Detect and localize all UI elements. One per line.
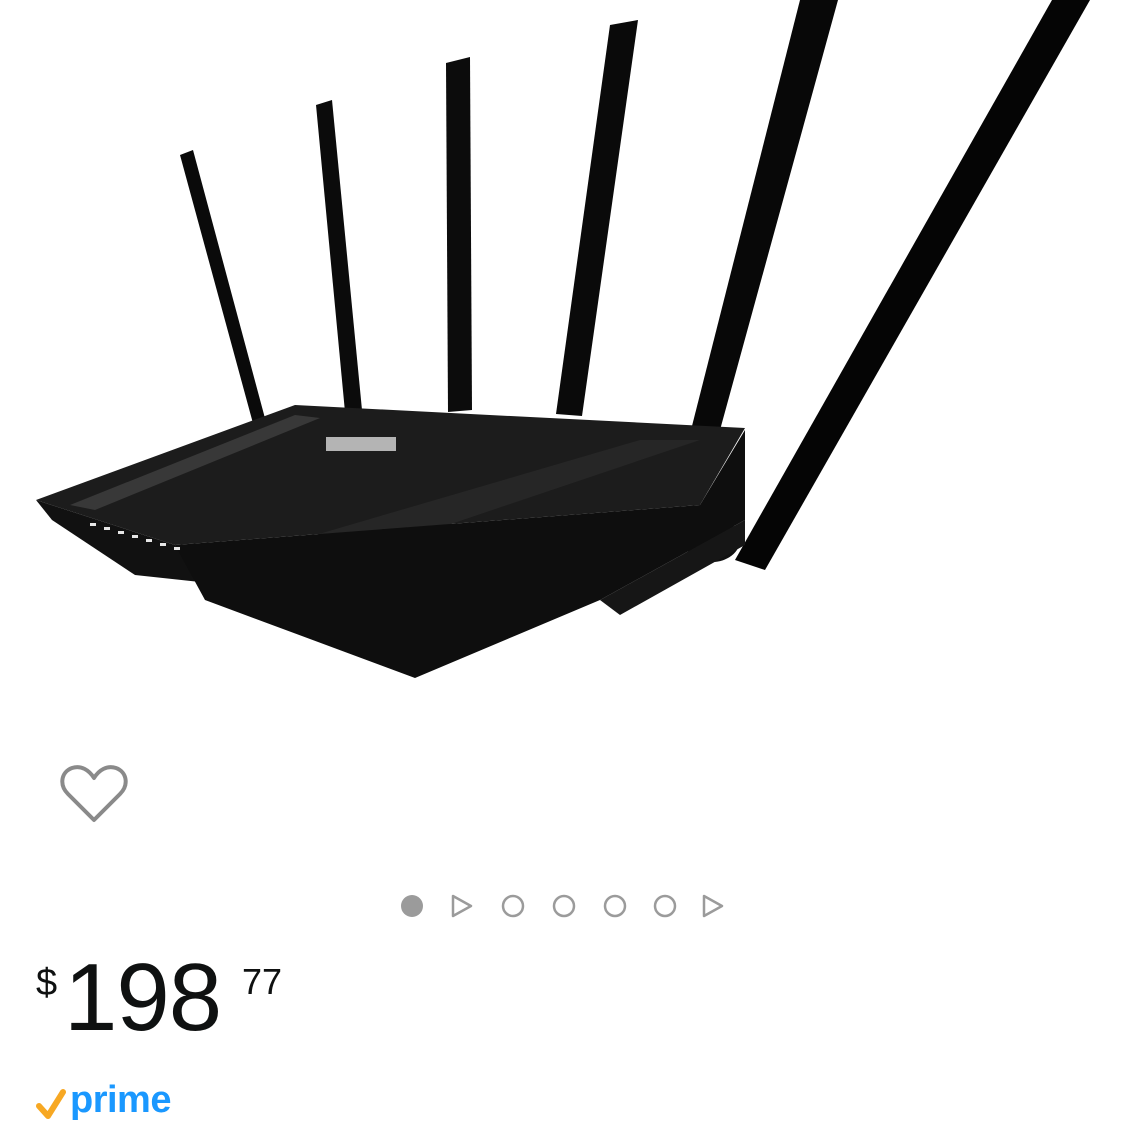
brand-logo — [326, 437, 396, 451]
price-whole: 198 — [64, 944, 222, 1051]
antenna-4 — [556, 20, 638, 416]
price-currency-symbol: $ — [36, 962, 58, 1004]
prime-check-icon — [36, 1089, 66, 1119]
carousel-dot-1-active[interactable] — [401, 895, 423, 917]
price-fraction: 77 — [242, 961, 283, 1002]
carousel-dot-5[interactable] — [603, 894, 627, 918]
carousel-video-1-icon[interactable] — [451, 894, 473, 918]
antenna-1 — [180, 150, 266, 427]
carousel-dot-3[interactable] — [501, 894, 525, 918]
antenna-2 — [316, 100, 362, 412]
antenna-5 — [692, 0, 838, 430]
prime-label: prime — [70, 1079, 171, 1121]
router-body — [36, 405, 745, 678]
carousel-video-2-icon[interactable] — [702, 894, 724, 918]
prime-badge: prime — [36, 1078, 186, 1128]
antenna-3 — [446, 57, 472, 412]
carousel-dot-4[interactable] — [552, 894, 576, 918]
wishlist-button[interactable] — [58, 760, 130, 828]
image-carousel-indicators[interactable] — [395, 888, 745, 924]
product-image[interactable] — [0, 0, 1140, 740]
heart-outline-icon — [60, 765, 128, 822]
carousel-dot-6[interactable] — [653, 894, 677, 918]
